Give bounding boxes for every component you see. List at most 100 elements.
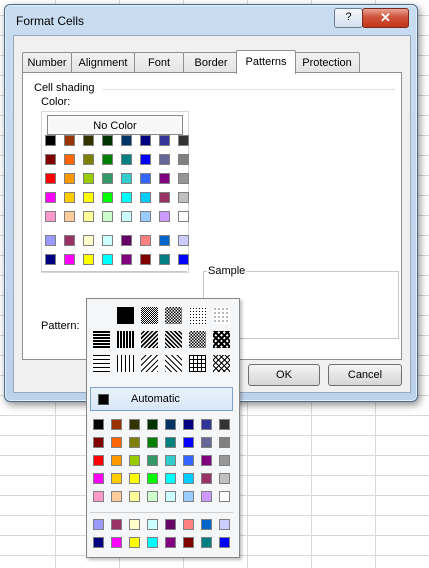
pattern-dense-dots-swatch[interactable] [141, 307, 158, 324]
pattern-horizontal-lines-swatch[interactable] [93, 331, 110, 348]
color-swatch[interactable] [102, 211, 113, 222]
pattern-color-swatch[interactable] [111, 491, 122, 502]
pattern-color-swatch[interactable] [183, 537, 194, 548]
color-swatch[interactable] [45, 135, 56, 146]
pattern-color-swatch[interactable] [129, 455, 140, 466]
no-color-button[interactable]: No Color [47, 115, 183, 135]
pattern-color-swatch[interactable] [147, 491, 158, 502]
color-swatch[interactable] [45, 211, 56, 222]
color-swatch[interactable] [45, 254, 56, 265]
color-swatch[interactable] [140, 211, 151, 222]
color-swatch[interactable] [102, 135, 113, 146]
color-swatch[interactable] [178, 254, 189, 265]
pattern-color-swatch[interactable] [129, 491, 140, 502]
color-swatch[interactable] [178, 154, 189, 165]
pattern-color-swatch[interactable] [219, 537, 230, 548]
color-swatch[interactable] [83, 154, 94, 165]
pattern-reverse-diagonal-swatch[interactable] [141, 331, 158, 348]
pattern-thin-crosshatch-swatch[interactable] [189, 355, 206, 372]
tab-protection[interactable]: Protection [294, 52, 360, 73]
pattern-light-dots-swatch[interactable] [189, 307, 206, 324]
pattern-color-swatch[interactable] [183, 437, 194, 448]
color-swatch[interactable] [121, 192, 132, 203]
color-swatch[interactable] [83, 235, 94, 246]
pattern-color-swatch[interactable] [165, 519, 176, 530]
color-swatch[interactable] [121, 173, 132, 184]
color-swatch[interactable] [64, 211, 75, 222]
color-swatch[interactable] [140, 154, 151, 165]
pattern-thin-vertical-swatch[interactable] [117, 355, 134, 372]
pattern-color-swatch[interactable] [147, 519, 158, 530]
pattern-color-swatch[interactable] [147, 437, 158, 448]
color-swatch[interactable] [102, 254, 113, 265]
tab-patterns[interactable]: Patterns [236, 50, 296, 74]
color-swatch[interactable] [64, 192, 75, 203]
pattern-color-swatch[interactable] [93, 491, 104, 502]
pattern-color-swatch[interactable] [129, 437, 140, 448]
pattern-color-swatch[interactable] [129, 419, 140, 430]
cancel-button[interactable]: Cancel [328, 364, 402, 386]
pattern-color-swatch[interactable] [93, 419, 104, 430]
color-swatch[interactable] [159, 135, 170, 146]
color-swatch[interactable] [64, 173, 75, 184]
pattern-thin-horizontal-swatch[interactable] [93, 355, 110, 372]
color-swatch[interactable] [140, 192, 151, 203]
pattern-color-swatch[interactable] [183, 419, 194, 430]
pattern-color-swatch[interactable] [111, 419, 122, 430]
color-swatch[interactable] [178, 235, 189, 246]
pattern-color-swatch[interactable] [93, 519, 104, 530]
color-swatch[interactable] [64, 235, 75, 246]
color-swatch[interactable] [102, 154, 113, 165]
color-swatch[interactable] [140, 135, 151, 146]
pattern-color-swatch[interactable] [219, 437, 230, 448]
pattern-solid-swatch[interactable] [117, 307, 134, 324]
pattern-color-swatch[interactable] [147, 473, 158, 484]
color-swatch[interactable] [159, 173, 170, 184]
automatic-color-button[interactable]: Automatic [90, 387, 233, 411]
pattern-diagonal-swatch[interactable] [165, 331, 182, 348]
pattern-color-swatch[interactable] [219, 455, 230, 466]
pattern-color-swatch[interactable] [129, 473, 140, 484]
color-swatch[interactable] [159, 192, 170, 203]
pattern-color-swatch[interactable] [201, 419, 212, 430]
color-swatch[interactable] [121, 254, 132, 265]
pattern-color-swatch[interactable] [219, 473, 230, 484]
pattern-color-swatch[interactable] [219, 519, 230, 530]
color-swatch[interactable] [64, 254, 75, 265]
tab-font[interactable]: Font [134, 52, 184, 73]
pattern-color-swatch[interactable] [165, 455, 176, 466]
pattern-color-swatch[interactable] [111, 437, 122, 448]
pattern-color-swatch[interactable] [165, 537, 176, 548]
pattern-thin-diagonal-crosshatch-swatch[interactable] [213, 355, 230, 372]
pattern-color-swatch[interactable] [183, 519, 194, 530]
color-swatch[interactable] [102, 235, 113, 246]
help-button[interactable]: ? [334, 8, 363, 28]
pattern-color-swatch[interactable] [93, 473, 104, 484]
color-swatch[interactable] [45, 192, 56, 203]
color-swatch[interactable] [140, 235, 151, 246]
tab-number[interactable]: Number [22, 52, 72, 73]
color-swatch[interactable] [159, 154, 170, 165]
color-swatch[interactable] [121, 235, 132, 246]
pattern-color-swatch[interactable] [165, 419, 176, 430]
title-bar[interactable]: Format Cells ? ✕ [5, 5, 417, 35]
pattern-color-swatch[interactable] [93, 537, 104, 548]
pattern-color-swatch[interactable] [93, 437, 104, 448]
color-swatch[interactable] [121, 154, 132, 165]
tab-border[interactable]: Border [183, 52, 239, 73]
pattern-color-swatch[interactable] [201, 491, 212, 502]
pattern-color-swatch[interactable] [201, 519, 212, 530]
color-swatch[interactable] [102, 173, 113, 184]
pattern-color-swatch[interactable] [147, 455, 158, 466]
color-swatch[interactable] [83, 135, 94, 146]
pattern-color-swatch[interactable] [129, 537, 140, 548]
color-swatch[interactable] [159, 211, 170, 222]
pattern-color-swatch[interactable] [165, 437, 176, 448]
pattern-color-swatch[interactable] [111, 473, 122, 484]
pattern-color-swatch[interactable] [183, 455, 194, 466]
pattern-color-swatch[interactable] [201, 473, 212, 484]
pattern-thick-crosshatch-swatch[interactable] [213, 331, 230, 348]
color-swatch[interactable] [83, 192, 94, 203]
color-swatch[interactable] [159, 235, 170, 246]
color-swatch[interactable] [178, 173, 189, 184]
